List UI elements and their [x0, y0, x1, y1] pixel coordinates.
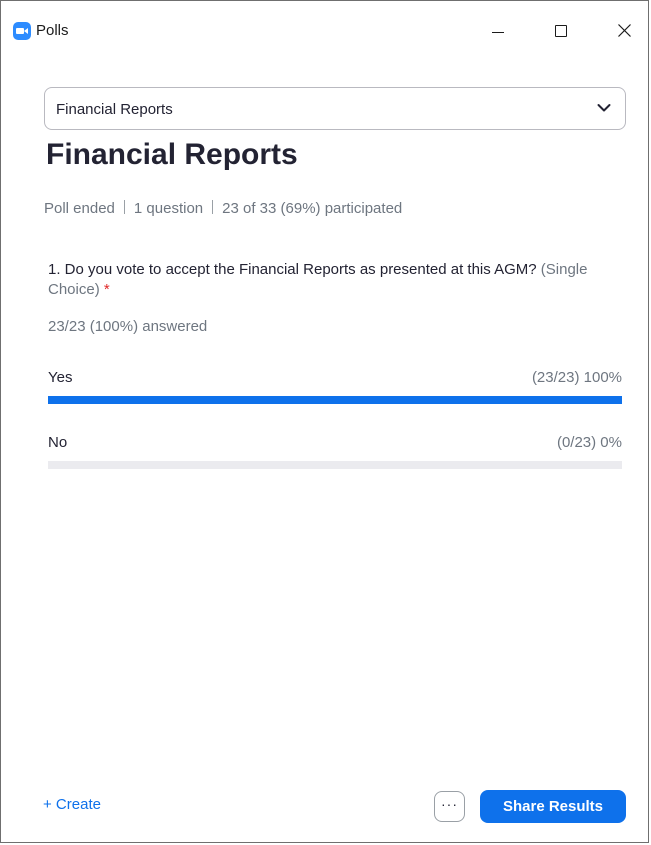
option-label: Yes	[48, 369, 73, 386]
poll-title: Financial Reports	[46, 138, 298, 171]
zoom-camera-icon	[13, 22, 31, 40]
polls-window: Polls Financial Reports Financial Report…	[0, 0, 649, 843]
title-bar: Polls	[1, 1, 648, 61]
option-result-fill	[48, 396, 622, 404]
option-result: (23/23) 100%	[531, 369, 622, 386]
create-poll-link[interactable]: + Create	[43, 796, 101, 813]
more-icon: ···	[441, 796, 458, 812]
option-result: (0/23) 0%	[556, 434, 622, 451]
divider	[123, 200, 125, 214]
poll-status-line: Poll ended 1 question 23 of 33 (69%) parti…	[44, 200, 402, 217]
question-count: 1 question	[133, 200, 204, 217]
poll-status: Poll ended	[44, 200, 115, 217]
minimize-button[interactable]	[475, 15, 521, 47]
close-button[interactable]	[601, 15, 647, 47]
participation-count: 23 of 33 (69%) participated	[222, 200, 403, 217]
share-results-button[interactable]: Share Results	[480, 790, 626, 823]
maximize-button[interactable]	[538, 15, 584, 47]
close-icon	[618, 24, 631, 37]
divider	[212, 200, 214, 214]
option-label: No	[48, 434, 68, 451]
window-title: Polls	[36, 22, 69, 39]
question-text: 1. Do you vote to accept the Financial R…	[48, 261, 537, 278]
poll-select-dropdown[interactable]: Financial Reports	[44, 87, 626, 130]
option-result-bar	[48, 396, 622, 404]
poll-select-value: Financial Reports	[56, 101, 173, 118]
required-marker: *	[103, 281, 110, 298]
answered-count: 23/23 (100%) answered	[48, 318, 208, 335]
chevron-down-icon	[597, 104, 611, 112]
more-options-button[interactable]: ···	[434, 791, 465, 822]
option-result-bar	[48, 461, 622, 469]
question-text-block: 1. Do you vote to accept the Financial R…	[48, 260, 588, 300]
